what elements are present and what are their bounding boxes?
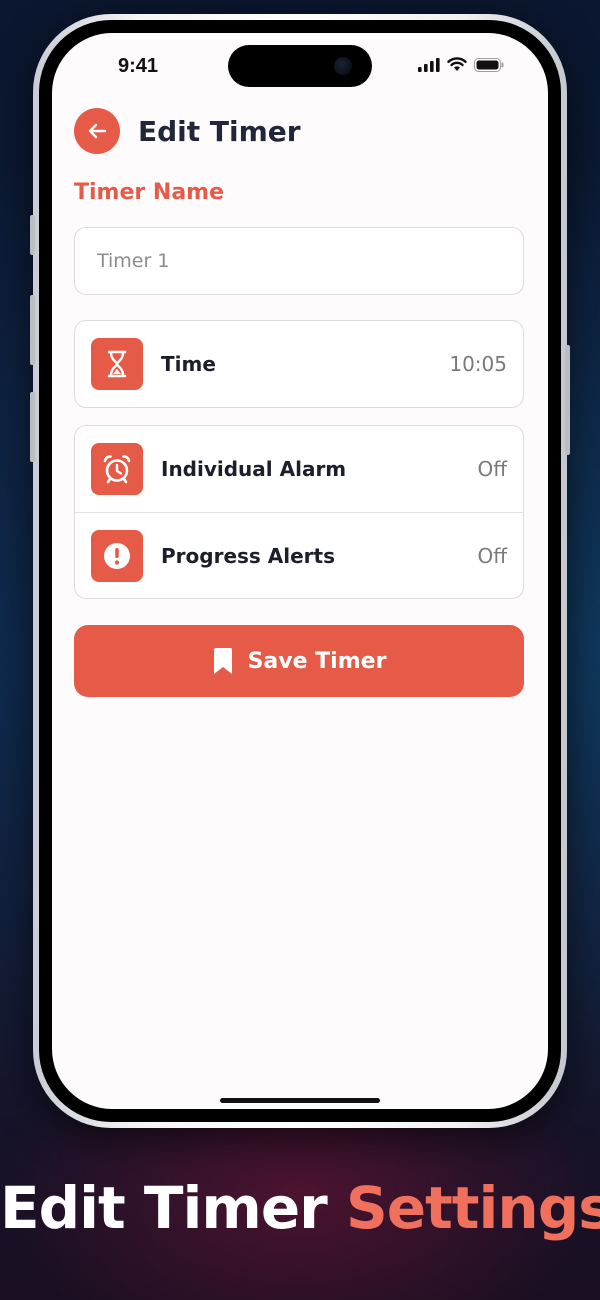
progress-alerts-label: Progress Alerts: [161, 543, 336, 568]
progress-alerts-value: Off: [477, 543, 507, 568]
caption-text: Edit Timer: [0, 1174, 328, 1242]
timer-name-label: Timer Name: [74, 180, 225, 205]
time-label: Time: [161, 352, 216, 376]
progress-alerts-row[interactable]: Progress Alerts Off: [75, 512, 523, 598]
individual-alarm-value: Off: [477, 457, 507, 481]
time-value: 10:05: [449, 352, 507, 376]
caption-accent-text: Settings: [345, 1174, 600, 1242]
wifi-icon: [447, 57, 467, 71]
promo-caption: Edit Timer Settings: [0, 1174, 600, 1242]
settings-card: Individual Alarm Off Progress Alerts Off: [74, 425, 524, 599]
save-timer-label: Save Timer: [247, 648, 387, 674]
phone-side-button: [565, 345, 570, 455]
bookmark-icon: [213, 648, 232, 674]
header: Edit Timer: [74, 108, 301, 154]
exclamation-icon: [91, 529, 143, 582]
alarm-clock-icon: [91, 443, 143, 495]
dynamic-island: [228, 45, 372, 87]
signal-icon: [418, 57, 440, 72]
timer-name-input[interactable]: [74, 227, 524, 295]
back-button[interactable]: [74, 108, 120, 154]
phone-side-button: [30, 215, 35, 255]
camera-icon: [334, 57, 352, 75]
app-screen: 9:41 Edit Timer Timer Name Timer 1 Time …: [52, 33, 548, 1109]
phone-side-button: [30, 295, 35, 365]
save-timer-button[interactable]: Save Timer: [74, 625, 524, 697]
home-indicator: [220, 1098, 380, 1103]
individual-alarm-label: Individual Alarm: [161, 457, 347, 481]
page-title: Edit Timer: [138, 114, 301, 148]
arrow-left-icon: [88, 123, 107, 139]
time-row[interactable]: Time 10:05: [75, 321, 523, 407]
time-card: Time 10:05: [74, 320, 524, 408]
phone-side-button: [30, 392, 35, 462]
battery-icon: [474, 57, 504, 72]
status-icons: [418, 57, 504, 72]
status-time: 9:41: [118, 55, 159, 77]
hourglass-icon: [91, 338, 143, 390]
individual-alarm-row[interactable]: Individual Alarm Off: [75, 426, 523, 512]
